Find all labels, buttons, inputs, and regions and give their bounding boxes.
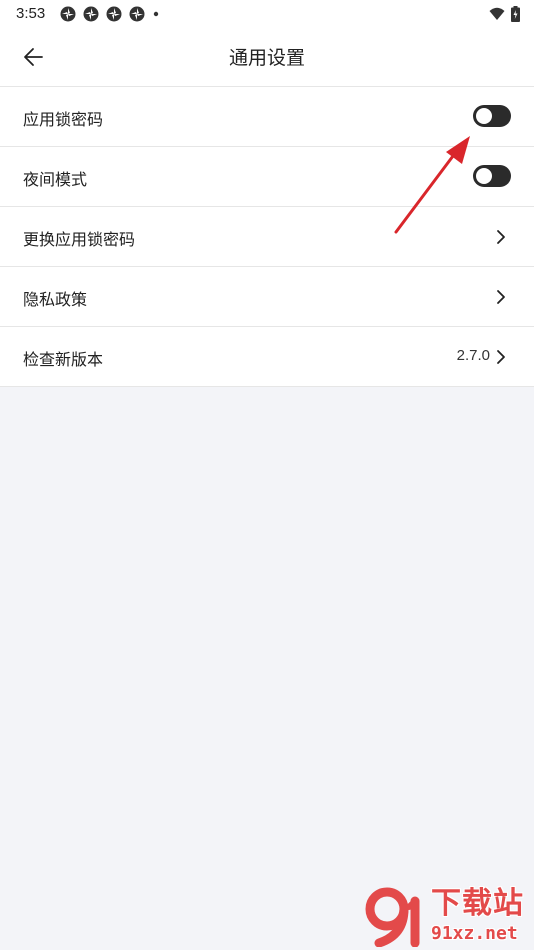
row-label: 检查新版本: [23, 350, 104, 369]
pinwheel-icon: [83, 6, 99, 22]
row-label: 隐私政策: [23, 290, 88, 309]
watermark-logo-icon: [365, 887, 420, 947]
page-title: 通用设置: [228, 47, 305, 69]
chevron-right-icon: [497, 290, 505, 304]
system-icons: [489, 6, 520, 22]
pinwheel-icon: [129, 6, 145, 22]
chevron-right-icon: [497, 350, 505, 364]
chevron-right-icon: [497, 230, 505, 244]
pinwheel-icon: [106, 6, 122, 22]
settings-row-check-update[interactable]: 检查新版本 2.7.0: [0, 327, 534, 387]
app-lock-toggle[interactable]: [473, 105, 511, 127]
pinwheel-icon: [60, 6, 76, 22]
dot-icon: [153, 11, 159, 17]
row-label: 夜间模式: [23, 170, 88, 189]
status-time: 3:53: [16, 5, 46, 22]
settings-row-privacy-policy[interactable]: 隐私政策: [0, 267, 534, 327]
watermark-title: 下载站: [431, 886, 524, 921]
row-label: 更换应用锁密码: [23, 230, 136, 249]
notification-icons: [60, 6, 160, 22]
toggle-knob: [476, 108, 492, 124]
battery-icon: [511, 6, 520, 22]
app-header: 通用设置: [0, 28, 534, 87]
row-label: 应用锁密码: [23, 110, 104, 129]
version-value: 2.7.0: [456, 347, 490, 364]
annotation-arrow-icon: [394, 136, 470, 234]
status-bar: 3:53: [0, 0, 534, 28]
watermark-url: 91xz.net: [431, 923, 518, 944]
watermark: 下载站 91xz.net: [365, 887, 531, 947]
wifi-icon: [489, 7, 505, 20]
